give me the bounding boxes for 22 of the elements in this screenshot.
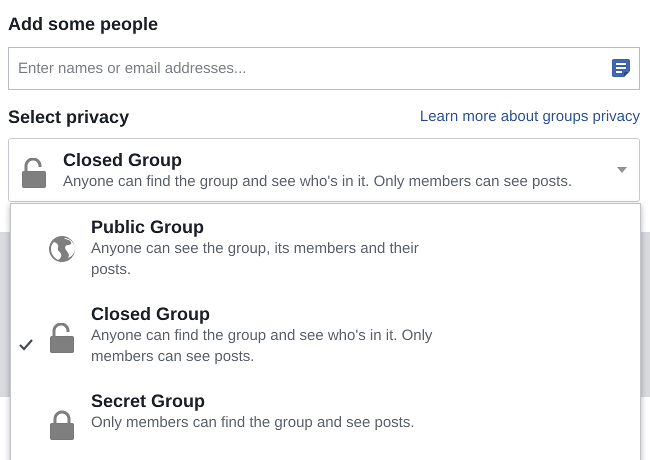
unlocked-padlock-icon [49,323,75,353]
option-title: Secret Group [91,390,206,412]
option-description: Anyone can see the group, its members and their posts. [91,239,420,280]
padlock-icon [49,410,75,440]
people-field[interactable]: Enter names or email addresses... [8,47,640,90]
privacy-link[interactable]: Learn more about groups privacy [420,106,640,128]
option-description: Anyone can find the group and see who's in it. Only members can see posts. [91,326,434,367]
section-heading: Add some people [8,13,160,36]
unlocked-padlock-icon [21,158,47,188]
address-book-icon[interactable] [611,58,631,78]
option-title: Public Group [91,216,206,238]
option-title: Closed Group [91,303,212,325]
privacy-dropdown[interactable]: Closed Group Anyone can find the group and see who's in it. Only members can see posts. [8,138,640,202]
section-heading: Select privacy [8,106,130,129]
privacy-option[interactable]: Secret Group Only members can find the group and see posts. [11,390,640,460]
option-title: Closed Group [63,148,184,170]
globe-icon [49,236,75,262]
privacy-option[interactable]: Closed Group Anyone can find the group and see who's in it. Only members can see posts. [11,303,640,390]
option-description: Only members can find the group and see posts. [91,413,415,433]
privacy-option[interactable]: Public Group Anyone can see the group, its members and their posts. [11,216,640,303]
caret-icon [617,167,627,173]
option-description: Anyone can find the group and see who's in it. Only members can see posts. [63,172,573,192]
